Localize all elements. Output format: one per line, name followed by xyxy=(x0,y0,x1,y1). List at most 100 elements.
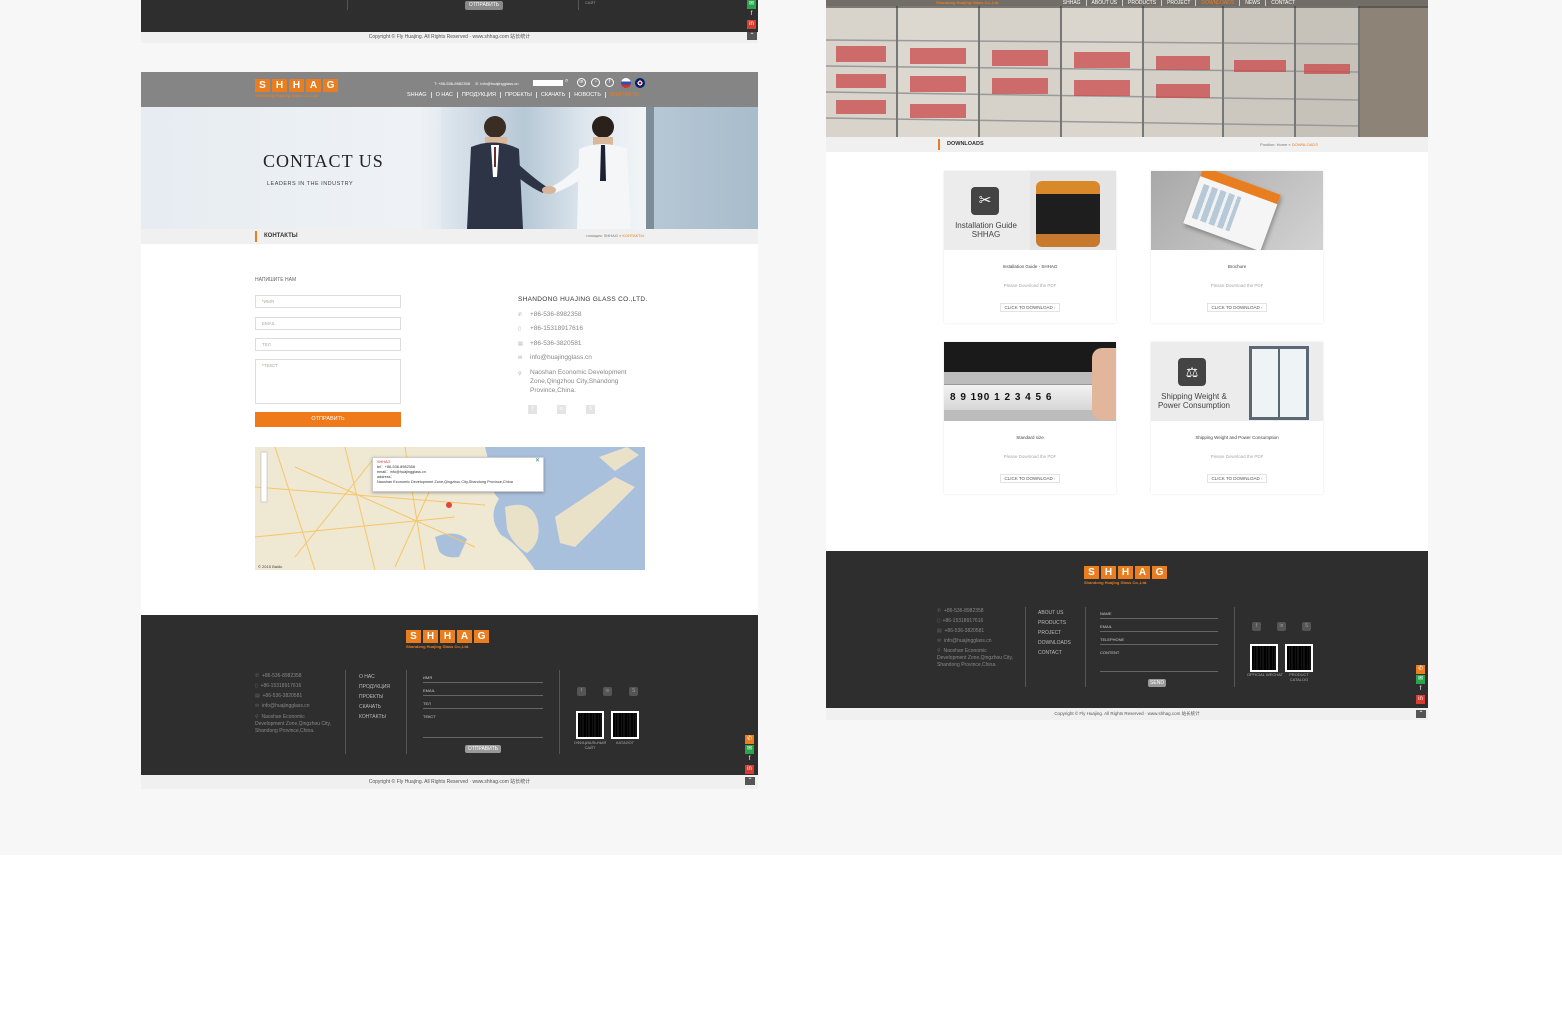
message-icon[interactable]: ✉ xyxy=(745,745,754,754)
weight-icon: ⚖ xyxy=(1178,358,1206,386)
chevron-right-icon: › xyxy=(1054,476,1056,481)
nav-item[interactable]: PRODUCTS xyxy=(1123,0,1163,6)
download-button[interactable]: CLICK TO DOWNLOAD › xyxy=(1000,303,1060,312)
footer-logo[interactable]: S H H A G xyxy=(406,630,489,643)
skype-icon[interactable]: S xyxy=(1302,622,1311,631)
breadcrumb-current[interactable]: КОНТАКТЫ xyxy=(622,233,644,238)
facebook-icon[interactable]: f xyxy=(528,405,537,414)
scroll-top-icon[interactable]: ⌃ xyxy=(1416,710,1426,718)
email-input[interactable]: EMAIL xyxy=(255,317,401,330)
footer-address: ⚲ Naoshan Economic Development Zone,Qing… xyxy=(255,714,332,734)
card-image: ✂ Installation Guide SHHAG xyxy=(944,171,1116,250)
footer-logo[interactable]: S H H A G xyxy=(1084,566,1167,579)
footer-send-button[interactable]: SEND xyxy=(1148,679,1166,687)
left-top-footer: ОТПРАВИТЬ САЙТ Copyright © Fly Huajing. … xyxy=(141,0,758,43)
nav-item[interactable]: SHHAG xyxy=(1058,0,1087,6)
facebook-icon[interactable]: f xyxy=(577,687,586,696)
facebook-icon[interactable]: f xyxy=(1416,685,1425,694)
footer-email-input[interactable]: EMAIL xyxy=(423,686,543,696)
message-icon[interactable]: ✉ xyxy=(1416,675,1425,684)
send-button[interactable]: ОТПРАВИТЬ xyxy=(465,1,503,10)
message-textarea[interactable]: *ТЕКСТ xyxy=(255,359,401,404)
russian-flag-icon[interactable] xyxy=(621,78,631,88)
baidu-map[interactable]: ··· ··· SHHAG tel：+86-536-8982358 email：… xyxy=(255,447,645,570)
message-icon[interactable]: ✉ xyxy=(747,0,756,9)
phone-input[interactable]: ТЕЛ xyxy=(255,338,401,351)
footer-send-button[interactable]: ОТПРАВИТЬ xyxy=(465,745,501,753)
svg-text:·: · xyxy=(375,514,376,518)
nav-item-active[interactable]: DOWNLOADS xyxy=(1196,0,1241,6)
footer-phone-input[interactable]: TELEPHONE xyxy=(1100,635,1218,645)
nav-item[interactable]: PROJECT xyxy=(1162,0,1197,6)
form-title: НАПИШИТЕ НАМ xyxy=(255,277,297,283)
name-input[interactable]: *ИМЯ xyxy=(255,295,401,308)
nav-item[interactable]: ABOUT US xyxy=(1087,0,1124,6)
linkedin-icon[interactable]: in xyxy=(603,687,612,696)
linkedin-icon[interactable]: in xyxy=(745,765,754,774)
download-button[interactable]: CLICK TO DOWNLOAD › xyxy=(1207,474,1267,483)
footer-message-input[interactable]: ТЕКСТ xyxy=(423,712,543,738)
footer-nav: О НАС ПРОДУКЦИЯ ПРОЕКТЫ СКАЧАТЬ КОНТАКТЫ xyxy=(359,674,391,720)
nav-item[interactable]: NEWS xyxy=(1240,0,1267,6)
linkedin-icon[interactable]: in xyxy=(1416,695,1425,704)
scroll-top-icon[interactable]: ⌃ xyxy=(747,32,757,40)
card-title: Brochure xyxy=(1227,264,1247,269)
email-line: ✉ info@huajingglass.cn xyxy=(518,354,592,361)
banner-subtitle: LEADERS IN THE INDUSTRY xyxy=(267,181,354,187)
download-card[interactable]: 8 9 190 1 2 3 4 5 6 Standard size Please… xyxy=(944,342,1116,494)
close-icon[interactable]: ✕ xyxy=(535,458,540,464)
download-button[interactable]: CLICK TO DOWNLOAD › xyxy=(1000,474,1060,483)
download-button[interactable]: CLICK TO DOWNLOAD › xyxy=(1207,303,1267,312)
nav-item[interactable]: ПРОДУКЦИЯ xyxy=(458,92,502,98)
skype-icon[interactable]: S xyxy=(629,687,638,696)
qr-caption-catalog: PRODUCT CATALOG xyxy=(1289,672,1309,682)
nav-item[interactable]: ПРОЕКТЫ xyxy=(501,92,537,98)
scroll-top-icon[interactable]: ⌃ xyxy=(745,777,755,785)
footer-message-input[interactable]: CONTENT xyxy=(1100,648,1218,672)
qr-caption-site: ОФИЦИАЛЬНЫЙ САЙТ xyxy=(573,740,607,750)
linkedin-icon[interactable]: in xyxy=(557,405,566,414)
site-footer: S H H A G Shandong Huajing Glass Co.,Ltd… xyxy=(826,551,1428,708)
footer-name-input[interactable]: NAME xyxy=(1100,609,1218,619)
wechat-icon[interactable]: ◔ xyxy=(591,78,600,87)
phone-icon[interactable]: ✆ xyxy=(1416,665,1425,674)
facebook-icon[interactable]: f xyxy=(745,755,754,764)
card-hint: Please Download the PDF xyxy=(1003,454,1057,459)
nav-item[interactable]: О НАС xyxy=(432,92,458,98)
linkedin-icon[interactable]: in xyxy=(1277,622,1286,631)
linkedin-icon[interactable]: in xyxy=(747,20,756,29)
skype-icon[interactable]: S xyxy=(586,405,595,414)
footer-email-input[interactable]: EMAIL xyxy=(1100,622,1218,632)
facebook-icon[interactable]: f xyxy=(605,78,614,87)
english-flag-icon[interactable] xyxy=(635,78,645,88)
footer-phone-input[interactable]: ТЕЛ xyxy=(423,699,543,709)
main-nav: SHHAG ABOUT US PRODUCTS PROJECT DOWNLOAD… xyxy=(1058,0,1300,6)
qr-code-catalog xyxy=(1285,644,1313,672)
search-input[interactable] xyxy=(533,80,563,86)
footer-name-input[interactable]: ИМЯ xyxy=(423,673,543,683)
linkedin-icon[interactable]: in xyxy=(577,78,586,87)
nav-item[interactable]: СКАЧАТЬ xyxy=(537,92,571,98)
nav-item[interactable]: CONTACT xyxy=(1266,0,1300,6)
chevron-right-icon: › xyxy=(1261,305,1263,310)
logo[interactable]: S H H A G xyxy=(255,79,338,92)
footer-divider xyxy=(345,670,346,754)
svg-text:·: · xyxy=(295,474,296,478)
search-icon[interactable]: ⌕ xyxy=(565,78,568,85)
contact-banner: CONTACT US LEADERS IN THE INDUSTRY xyxy=(141,107,758,229)
nav-item-active[interactable]: КОНТАКТЫ xyxy=(606,92,644,98)
download-card[interactable]: ✂ Installation Guide SHHAG Installation … xyxy=(944,171,1116,323)
nav-item[interactable]: SHHAG xyxy=(403,92,432,98)
download-card[interactable]: ⚖ Shipping Weight & Power Consumption Sh… xyxy=(1151,342,1323,494)
nav-item[interactable]: НОВОСТЬ xyxy=(570,92,606,98)
send-button[interactable]: ОТПРАВИТЬ xyxy=(255,412,401,427)
phone-icon[interactable]: ✆ xyxy=(745,735,754,744)
footer-email: ✉ info@huajingglass.cn xyxy=(255,703,310,709)
address: Naoshan Economic Development Zone,Qingzh… xyxy=(530,369,627,394)
downloads-page: Shandong Huajing Glass Co.,Ltd. SHHAG AB… xyxy=(826,0,1428,720)
breadcrumb-current[interactable]: DOWNLOADS xyxy=(1292,142,1318,147)
footer-logo-subtitle: Shandong Huajing Glass Co.,Ltd. xyxy=(1084,580,1148,585)
facebook-icon[interactable]: f xyxy=(747,10,756,19)
download-card[interactable]: Brochure Please Download the PDF CLICK T… xyxy=(1151,171,1323,323)
facebook-icon[interactable]: f xyxy=(1252,622,1261,631)
